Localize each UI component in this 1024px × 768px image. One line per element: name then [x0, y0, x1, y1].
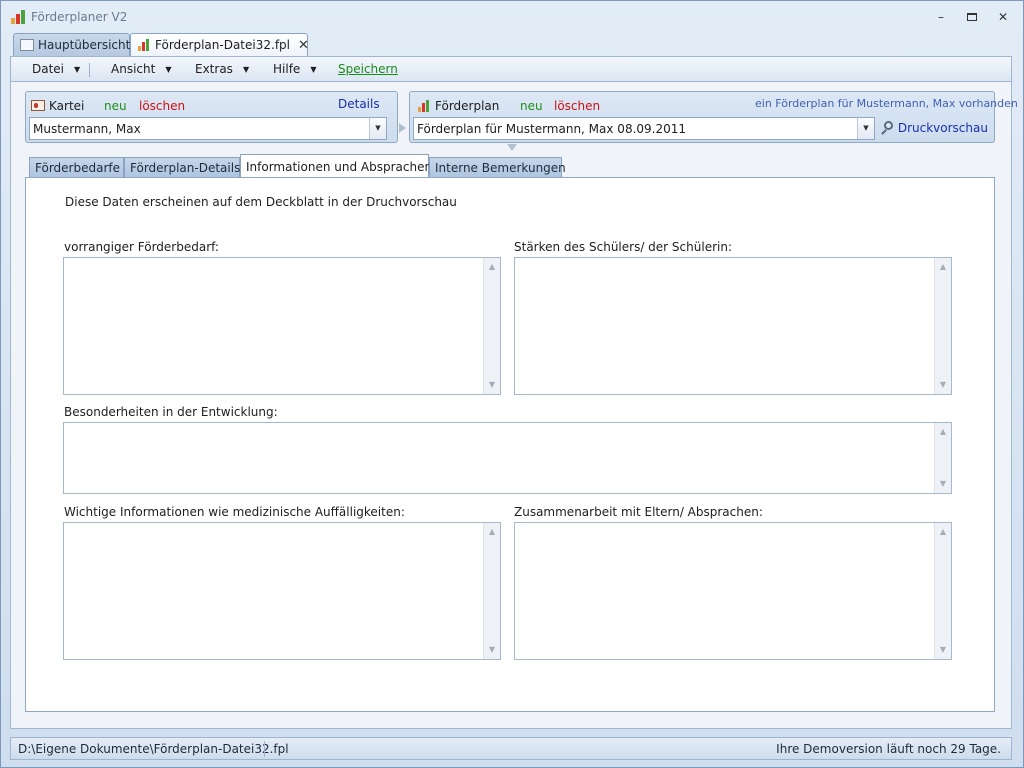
foerderplan-new-link[interactable]: neu [520, 99, 543, 113]
scroll-up-icon[interactable]: ▲ [935, 425, 951, 439]
minimize-icon: – [938, 10, 944, 24]
staerken-textarea[interactable]: ▲ ▼ [514, 257, 952, 395]
scroll-down-icon[interactable]: ▼ [935, 643, 951, 657]
menu-speichern[interactable]: Speichern [338, 62, 398, 76]
doc-tab-foerderplan-datei[interactable]: Förderplan-Datei32.fpl ✕ [130, 33, 309, 57]
scroll-up-icon[interactable]: ▲ [935, 260, 951, 274]
menu-hilfe[interactable]: Hilfe ▼ [273, 62, 316, 76]
vertical-scrollbar[interactable]: ▲ ▼ [483, 258, 500, 394]
dropdown-arrow-icon: ▼ [310, 65, 317, 74]
zusammenarbeit-textarea[interactable]: ▲ ▼ [514, 522, 952, 660]
menu-datei[interactable]: Datei ▼ [32, 62, 80, 76]
dropdown-arrow-icon[interactable]: ▼ [857, 118, 874, 139]
foerderplan-select[interactable]: Förderplan für Mustermann, Max 08.09.201… [413, 117, 875, 140]
scroll-up-icon[interactable]: ▲ [484, 260, 500, 274]
besonderheiten-label: Besonderheiten in der Entwicklung: [64, 405, 278, 419]
vertical-scrollbar[interactable]: ▲ ▼ [934, 423, 951, 493]
kartei-new-link[interactable]: neu [104, 99, 127, 113]
kartei-details-link[interactable]: Details [338, 97, 380, 111]
menu-extras[interactable]: Extras ▼ [195, 62, 249, 76]
foerderplan-delete-link[interactable]: löschen [554, 99, 600, 113]
dropdown-arrow-icon: ▼ [165, 65, 172, 74]
zusammenarbeit-label: Zusammenarbeit mit Eltern/ Absprachen: [514, 505, 763, 519]
scroll-down-icon[interactable]: ▼ [484, 378, 500, 392]
tab-page-informationen: Diese Daten erscheinen auf dem Deckblatt… [25, 177, 995, 712]
vorrangig-label: vorrangiger Förderbedarf: [64, 240, 219, 254]
connector-arrow-icon [399, 123, 406, 133]
scroll-down-icon[interactable]: ▼ [484, 643, 500, 657]
scroll-up-icon[interactable]: ▲ [484, 525, 500, 539]
chart-file-icon [137, 39, 151, 51]
restore-icon [967, 13, 977, 21]
card-index-icon [31, 100, 45, 111]
chart-file-icon [418, 99, 432, 112]
status-file-path: D:\Eigene Dokumente\Förderplan-Datei32.f… [18, 742, 289, 756]
tab-foerderplan-details[interactable]: Förderplan-Details [124, 157, 240, 178]
menu-ansicht[interactable]: Ansicht ▼ [111, 62, 171, 76]
foerderplan-title: Förderplan [435, 99, 500, 113]
vertical-scrollbar[interactable]: ▲ ▼ [934, 523, 951, 659]
dropdown-arrow-icon[interactable]: ▼ [369, 118, 386, 139]
scroll-up-icon[interactable]: ▲ [935, 525, 951, 539]
status-bar: D:\Eigene Dokumente\Förderplan-Datei32.f… [10, 737, 1012, 760]
wichtige-label: Wichtige Informationen wie medizinische … [64, 505, 405, 519]
close-tab-icon[interactable]: ✕ [298, 38, 309, 53]
tab-foerderbedarfe[interactable]: Förderbedarfe [29, 157, 124, 178]
wichtige-textarea[interactable]: ▲ ▼ [63, 522, 501, 660]
app-window: Förderplaner V2 – ✕ Hauptübersicht Förde… [0, 0, 1024, 768]
status-separator [264, 741, 265, 757]
vertical-scrollbar[interactable]: ▲ ▼ [483, 523, 500, 659]
kartei-title: Kartei [49, 99, 85, 113]
scroll-down-icon[interactable]: ▼ [935, 378, 951, 392]
magnifier-icon [880, 121, 893, 135]
overview-icon [20, 39, 34, 51]
kartei-delete-link[interactable]: löschen [139, 99, 185, 113]
print-preview-button[interactable]: Druckvorschau [880, 121, 988, 135]
close-window-button[interactable]: ✕ [995, 10, 1011, 24]
app-logo-icon [11, 10, 27, 24]
dropdown-arrow-icon: ▼ [242, 65, 250, 74]
scroll-down-icon[interactable]: ▼ [935, 477, 951, 491]
vorrangig-textarea[interactable]: ▲ ▼ [63, 257, 501, 395]
kartei-select[interactable]: Mustermann, Max ▼ [29, 117, 387, 140]
menu-separator [89, 63, 90, 77]
dropdown-arrow-icon: ▼ [74, 65, 81, 74]
foerderplan-count-info: ein Förderplan für Mustermann, Max vorha… [755, 97, 1018, 110]
maximize-button[interactable] [964, 10, 980, 24]
pointer-down-icon [507, 144, 517, 151]
besonderheiten-textarea[interactable]: ▲ ▼ [63, 422, 952, 494]
minimize-button[interactable]: – [933, 10, 949, 24]
menu-bar: Datei ▼ Ansicht ▼ Extras ▼ Hilfe ▼ Speichern [10, 56, 1012, 82]
close-icon: ✕ [997, 10, 1009, 24]
tab-informationen-absprachen[interactable]: Informationen und Absprachen [240, 154, 432, 179]
vertical-scrollbar[interactable]: ▲ ▼ [934, 258, 951, 394]
tab-interne-bemerkungen[interactable]: Interne Bemerkungen [429, 157, 566, 178]
window-title: Förderplaner V2 [31, 10, 128, 24]
title-bar: Förderplaner V2 – ✕ [1, 1, 1023, 33]
foerderplan-group: Förderplan neu löschen ein Förderplan fü… [409, 91, 1018, 143]
status-demo-info: Ihre Demoversion läuft noch 29 Tage. [776, 742, 1001, 756]
staerken-label: Stärken des Schülers/ der Schülerin: [514, 240, 732, 254]
kartei-group: Kartei neu löschen Details Mustermann, M… [25, 91, 398, 143]
doc-tab-hauptuebersicht[interactable]: Hauptübersicht [13, 33, 130, 57]
intro-text: Diese Daten erscheinen auf dem Deckblatt… [65, 195, 457, 209]
